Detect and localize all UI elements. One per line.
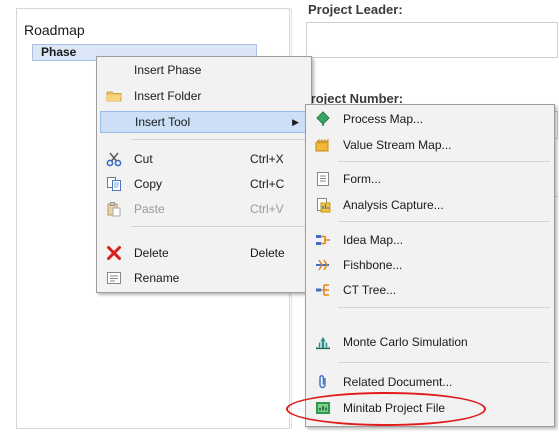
menu-item-label: Rename bbox=[134, 271, 180, 285]
menu-item-insert-folder[interactable]: Insert Folder bbox=[100, 85, 308, 107]
process-map-icon bbox=[315, 111, 331, 127]
project-leader-field[interactable] bbox=[306, 22, 558, 58]
menu-item-delete[interactable]: Delete Delete bbox=[100, 242, 308, 264]
delete-x-icon bbox=[106, 245, 122, 261]
red-highlight-circle bbox=[286, 392, 486, 426]
menu-item-related-document[interactable]: Related Document... bbox=[309, 371, 551, 393]
paperclip-icon bbox=[315, 374, 331, 390]
menu-item-label: Form... bbox=[343, 172, 381, 186]
menu-item-value-stream-map[interactable]: Value Stream Map... bbox=[309, 134, 551, 156]
menu-item-ct-tree[interactable]: CT Tree... bbox=[309, 279, 551, 301]
menu-separator bbox=[338, 307, 550, 308]
menu-item-label: Delete bbox=[134, 246, 169, 260]
menu-separator bbox=[131, 226, 307, 227]
menu-separator bbox=[338, 161, 550, 162]
insert-tool-submenu: Process Map... Value Stream Map... Form.… bbox=[305, 104, 555, 427]
menu-item-label: Insert Folder bbox=[134, 89, 202, 103]
menu-item-paste[interactable]: Paste Ctrl+V bbox=[100, 198, 308, 220]
form-icon bbox=[315, 171, 331, 187]
menu-item-label: Analysis Capture... bbox=[343, 198, 444, 212]
project-leader-label: Project Leader: bbox=[308, 2, 403, 17]
menu-separator bbox=[338, 362, 550, 363]
folder-icon bbox=[106, 88, 122, 104]
menu-item-label: Process Map... bbox=[343, 112, 424, 126]
menu-item-form[interactable]: Form... bbox=[309, 168, 551, 190]
menu-item-label: CT Tree... bbox=[343, 283, 397, 297]
menu-item-shortcut: Ctrl+V bbox=[250, 202, 284, 216]
paste-icon bbox=[106, 201, 122, 217]
menu-item-label: Related Document... bbox=[343, 375, 453, 389]
menu-separator bbox=[338, 221, 550, 222]
menu-item-label: Fishbone... bbox=[343, 258, 403, 272]
idea-map-icon bbox=[315, 232, 331, 248]
menu-item-cut[interactable]: Cut Ctrl+X bbox=[100, 148, 308, 170]
menu-item-label: Insert Tool bbox=[135, 115, 191, 129]
menu-item-insert-tool[interactable]: Insert Tool ▶ bbox=[100, 111, 308, 133]
menu-item-fishbone[interactable]: Fishbone... bbox=[309, 254, 551, 276]
analysis-capture-icon bbox=[315, 197, 331, 213]
context-menu: Insert Phase Insert Folder Insert Tool ▶… bbox=[96, 56, 312, 293]
menu-item-shortcut: Delete bbox=[250, 246, 285, 260]
menu-item-insert-phase[interactable]: Insert Phase bbox=[100, 59, 308, 81]
tree-item-roadmap[interactable]: Roadmap bbox=[24, 22, 85, 38]
menu-item-idea-map[interactable]: Idea Map... bbox=[309, 229, 551, 251]
fishbone-icon bbox=[315, 257, 331, 273]
menu-item-label: Paste bbox=[134, 202, 165, 216]
menu-item-shortcut: Ctrl+C bbox=[250, 177, 285, 191]
menu-item-monte-carlo-simulation[interactable]: Monte Carlo Simulation bbox=[309, 331, 551, 353]
menu-item-label: Idea Map... bbox=[343, 233, 404, 247]
menu-item-label: Cut bbox=[134, 152, 153, 166]
menu-item-analysis-capture[interactable]: Analysis Capture... bbox=[309, 194, 551, 216]
ct-tree-icon bbox=[315, 282, 331, 298]
menu-separator bbox=[131, 139, 307, 140]
menu-item-label: Monte Carlo Simulation bbox=[343, 335, 468, 349]
menu-item-shortcut: Ctrl+X bbox=[250, 152, 284, 166]
menu-item-copy[interactable]: Copy Ctrl+C bbox=[100, 173, 308, 195]
copy-icon bbox=[106, 176, 122, 192]
menu-item-label: Copy bbox=[134, 177, 163, 191]
menu-item-label: Value Stream Map... bbox=[343, 138, 452, 152]
scissors-icon bbox=[106, 151, 122, 167]
menu-item-rename[interactable]: Rename bbox=[100, 267, 308, 289]
submenu-arrow-icon: ▶ bbox=[292, 117, 299, 127]
value-stream-icon bbox=[315, 137, 331, 153]
menu-item-label: Insert Phase bbox=[134, 63, 202, 77]
rename-icon bbox=[106, 270, 122, 286]
monte-carlo-icon bbox=[315, 334, 331, 350]
menu-item-process-map[interactable]: Process Map... bbox=[309, 108, 551, 130]
